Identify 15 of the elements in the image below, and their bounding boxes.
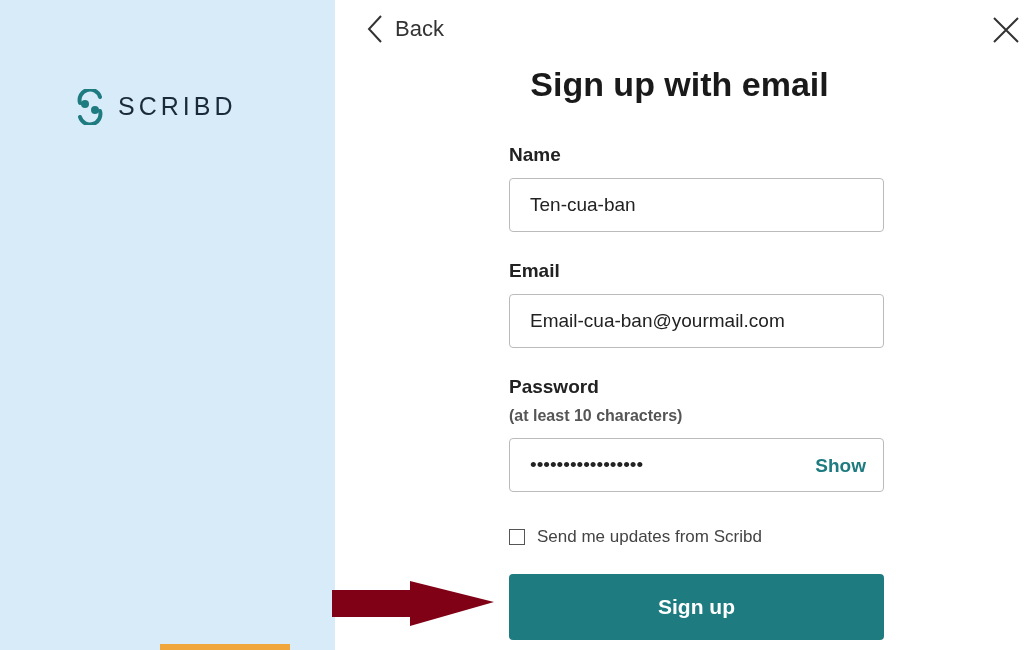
close-button[interactable] xyxy=(992,16,1020,44)
chevron-left-icon xyxy=(367,13,383,44)
field-label: Password xyxy=(509,375,600,399)
checkbox-label: Send me updates from Scribd xyxy=(537,526,762,548)
field-label: Email xyxy=(509,259,561,283)
close-icon xyxy=(993,17,1019,43)
page-title: Sign up with email xyxy=(530,64,829,105)
back-button[interactable]: Back xyxy=(367,12,444,45)
sign-up-button[interactable]: Sign up xyxy=(509,573,884,640)
brand-name: SCRIBD xyxy=(118,91,237,122)
field-hint: (at least 10 characters) xyxy=(509,406,684,426)
checkbox[interactable] xyxy=(509,528,525,545)
input-field[interactable]: Email-cua-ban@yourmail.com xyxy=(509,294,884,348)
input-field[interactable]: Ten-cua-ban xyxy=(509,178,884,232)
field-label: Name xyxy=(509,143,562,167)
